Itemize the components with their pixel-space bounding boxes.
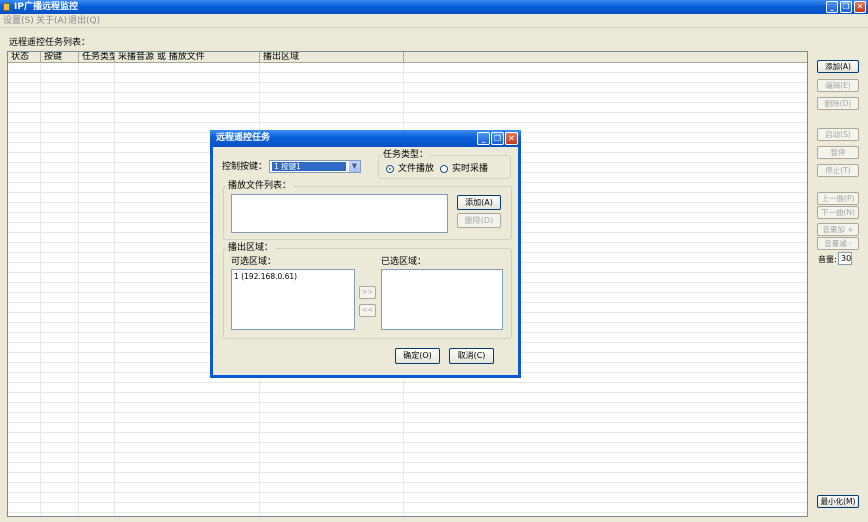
delete-file-button[interactable]: 删除(D) (457, 213, 501, 228)
column-header-output-area[interactable]: 播出区域 (260, 52, 404, 63)
column-header-filler (404, 52, 807, 63)
dialog-title: 远程遥控任务 (216, 133, 271, 143)
minimize-app-button[interactable]: 最小化(M) (817, 495, 859, 508)
main-title-bar[interactable]: IP广播远程监控 _ ❐ ✕ (0, 0, 868, 14)
column-divider (78, 63, 79, 516)
column-header-status[interactable]: 状态 (8, 52, 41, 63)
edit-task-button[interactable]: 编辑(E) (817, 79, 859, 92)
menu-bar: 设置(S) 关于(A) 退出(Q) (0, 14, 868, 28)
playlist-label: 播放文件列表： (226, 181, 294, 191)
task-list-caption: 远程遥控任务列表： (9, 38, 91, 48)
delete-task-button[interactable]: 删除(D) (817, 97, 859, 110)
minimize-window-button[interactable]: _ (826, 1, 838, 13)
control-key-dropdown[interactable]: 1 按键1 ▼ (269, 160, 361, 173)
pause-task-button[interactable]: 暂停 (817, 146, 859, 159)
stop-task-button[interactable]: 停止(T) (817, 164, 859, 177)
control-key-label: 控制按键： (222, 162, 268, 172)
ok-button[interactable]: 确定(O) (395, 348, 440, 364)
previous-track-button[interactable]: 上一曲(P) (817, 192, 859, 205)
control-key-selected: 1 按键1 (272, 162, 346, 171)
selected-areas-label: 已选区域： (381, 257, 427, 267)
app-icon (3, 3, 10, 11)
column-header-source-file[interactable]: 采播音源 或 播放文件 (115, 52, 260, 63)
task-type-label: 任务类型： (381, 150, 431, 160)
column-divider (40, 63, 41, 516)
close-window-button[interactable]: ✕ (854, 1, 866, 13)
column-header-key[interactable]: 按键 (41, 52, 79, 63)
maximize-window-button[interactable]: ❐ (840, 1, 852, 13)
radio-file-playback[interactable] (386, 165, 394, 173)
remote-task-dialog: 远程遥控任务 _ ❐ ✕ 控制按键： 1 按键1 ▼ 任务类型： 文件播放 实时… (210, 130, 521, 378)
menu-about[interactable]: 关于(A) (36, 16, 67, 26)
dialog-close-button[interactable]: ✕ (505, 132, 518, 145)
add-file-button[interactable]: 添加(A) (457, 195, 501, 210)
dialog-maximize-button[interactable]: ❐ (491, 132, 504, 145)
available-areas-label: 可选区域： (231, 257, 277, 267)
radio-file-playback-label[interactable]: 文件播放 (398, 164, 434, 174)
cancel-button[interactable]: 取消(C) (449, 348, 494, 364)
volume-down-button[interactable]: 音量减 - (817, 237, 859, 250)
available-areas-listbox[interactable]: 1 (192.168.0.61) (231, 269, 355, 330)
move-left-button[interactable]: << (359, 304, 376, 317)
selected-areas-listbox[interactable] (381, 269, 503, 330)
chevron-down-icon[interactable]: ▼ (348, 161, 360, 172)
radio-realtime-capture-label[interactable]: 实时采播 (452, 164, 488, 174)
radio-realtime-capture[interactable] (440, 165, 448, 173)
volume-label: 音量: (818, 255, 837, 264)
playlist-listbox[interactable] (231, 194, 448, 233)
volume-up-button[interactable]: 音量加 + (817, 223, 859, 236)
column-divider (114, 63, 115, 516)
window-title: IP广播远程监控 (14, 2, 78, 12)
menu-settings[interactable]: 设置(S) (3, 16, 34, 26)
volume-value-field[interactable]: 30 (838, 252, 852, 265)
column-header-task-type[interactable]: 任务类型 (79, 52, 115, 63)
move-right-button[interactable]: >> (359, 286, 376, 299)
next-track-button[interactable]: 下一曲(N) (817, 206, 859, 219)
output-area-label: 播出区域： (226, 243, 276, 253)
add-task-button[interactable]: 添加(A) (817, 60, 859, 73)
dialog-title-bar[interactable]: 远程遥控任务 _ ❐ ✕ (210, 130, 521, 147)
menu-exit[interactable]: 退出(Q) (68, 16, 100, 26)
start-task-button[interactable]: 启动(S) (817, 128, 859, 141)
dialog-minimize-button[interactable]: _ (477, 132, 490, 145)
list-item[interactable]: 1 (192.168.0.61) (234, 272, 297, 281)
